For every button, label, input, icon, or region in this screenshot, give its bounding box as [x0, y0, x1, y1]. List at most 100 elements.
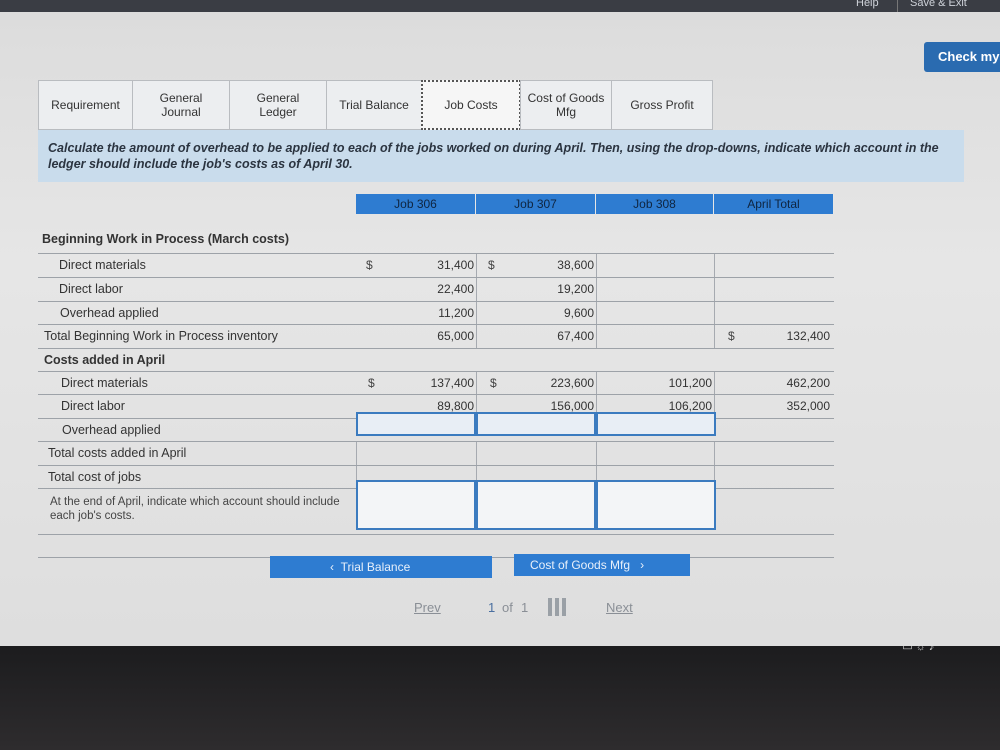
- value-cell[interactable]: 101,200: [652, 376, 712, 390]
- currency-symbol: $: [490, 376, 497, 390]
- page-total: 1: [521, 600, 529, 615]
- value-cell[interactable]: 11,200: [418, 306, 474, 320]
- value-cell[interactable]: 19,200: [538, 282, 594, 296]
- speaker-icon[interactable]: ♪: [929, 641, 935, 653]
- job-307-overhead-input[interactable]: [476, 412, 596, 436]
- wifi-icon[interactable]: ☼: [916, 641, 926, 653]
- value-cell[interactable]: 65,000: [418, 329, 474, 343]
- tab-gross-profit[interactable]: Gross Profit: [611, 80, 713, 130]
- help-link[interactable]: Help: [856, 0, 879, 9]
- cell-divider: [714, 278, 715, 301]
- value-cell[interactable]: 31,400: [418, 258, 474, 272]
- tab-label: General Ledger: [256, 91, 300, 119]
- tab-requirement[interactable]: Requirement: [38, 80, 133, 130]
- monitor-bezel: [0, 646, 1000, 750]
- tab-label: Job Costs: [444, 98, 498, 112]
- cell-divider: [476, 372, 477, 395]
- row-label: Total costs added in April: [48, 446, 187, 460]
- header-job-307: Job 307: [476, 194, 596, 214]
- page-number: 1: [488, 600, 496, 615]
- row-label: Overhead applied: [60, 306, 159, 320]
- table-row: Beginning Work in Process (March costs): [38, 228, 308, 252]
- currency-symbol: $: [728, 329, 735, 343]
- assignment-screen: Check my Requirement General Journal Gen…: [0, 12, 1000, 646]
- row-label: Direct materials: [61, 376, 148, 390]
- job-308-overhead-input[interactable]: [596, 412, 716, 436]
- value-cell[interactable]: 67,400: [538, 329, 594, 343]
- table-row: Direct materials $ 137,400 $ 223,600 101…: [38, 371, 834, 395]
- prev-tab-label: Trial Balance: [340, 560, 411, 574]
- chevron-up-icon[interactable]: ⌃: [890, 641, 899, 653]
- table-row: Costs added in April: [38, 348, 834, 372]
- system-tray: ⌃ ▭ ☼ ♪: [890, 640, 934, 653]
- header-april-total: April Total: [714, 194, 834, 214]
- cell-divider: [596, 325, 597, 348]
- chevron-right-icon: ›: [640, 558, 645, 572]
- tab-label: Cost of Goods Mfg: [527, 91, 605, 119]
- header-job-308: Job 308: [596, 194, 714, 214]
- table-row: [38, 534, 834, 558]
- section-label: Beginning Work in Process (March costs): [42, 232, 290, 246]
- cell-divider: [596, 372, 597, 395]
- cell-divider: [714, 325, 715, 348]
- save-exit-link[interactable]: Save & Exit: [910, 0, 967, 9]
- tab-label: General Journal: [159, 91, 203, 119]
- value-cell[interactable]: 156,000: [534, 399, 594, 413]
- tab-job-costs[interactable]: Job Costs: [421, 80, 521, 130]
- job-306-overhead-input[interactable]: [356, 412, 476, 436]
- next-page-link[interactable]: Next: [606, 600, 633, 615]
- cell-divider: [356, 442, 357, 465]
- value-cell[interactable]: 137,400: [418, 376, 474, 390]
- value-cell[interactable]: 462,200: [768, 376, 830, 390]
- instruction-banner: Calculate the amount of overhead to be a…: [38, 130, 964, 182]
- row-label: At the end of April, indicate which acco…: [50, 496, 340, 522]
- cell-divider: [714, 372, 715, 395]
- value-cell[interactable]: 352,000: [768, 399, 830, 413]
- tab-cost-of-goods-mfg[interactable]: Cost of Goods Mfg: [520, 80, 612, 130]
- value-cell[interactable]: 38,600: [538, 258, 594, 272]
- tab-general-journal[interactable]: General Journal: [132, 80, 230, 130]
- table-row: Overhead applied 11,200 9,600: [38, 301, 834, 325]
- value-cell[interactable]: 89,800: [418, 399, 474, 413]
- tab-general-ledger[interactable]: General Ledger: [229, 80, 327, 130]
- value-cell[interactable]: 132,400: [768, 329, 830, 343]
- row-label: Direct materials: [59, 258, 146, 272]
- job-306-account-dropdown[interactable]: [356, 480, 476, 530]
- row-label: Overhead applied: [62, 423, 161, 437]
- job-308-account-dropdown[interactable]: [596, 480, 716, 530]
- value-cell[interactable]: 223,600: [534, 376, 594, 390]
- cell-divider: [714, 442, 715, 465]
- cell-divider: [714, 302, 715, 325]
- value-cell[interactable]: 22,400: [418, 282, 474, 296]
- job-307-account-dropdown[interactable]: [476, 480, 596, 530]
- page-of: of: [502, 600, 513, 615]
- row-label: Total Beginning Work in Process inventor…: [44, 329, 278, 343]
- tab-trial-balance[interactable]: Trial Balance: [326, 80, 422, 130]
- instruction-text: Calculate the amount of overhead to be a…: [48, 141, 939, 171]
- tab-label: Trial Balance: [339, 98, 409, 112]
- row-label: Direct labor: [59, 282, 123, 296]
- next-tab-button[interactable]: Cost of Goods Mfg ›: [514, 554, 690, 576]
- prev-tab-button[interactable]: ‹ Trial Balance: [270, 556, 492, 578]
- tab-label: Gross Profit: [630, 98, 694, 112]
- table-row: Total costs added in April: [38, 441, 834, 465]
- row-label: Total cost of jobs: [48, 470, 142, 484]
- table-row: Direct labor 22,400 19,200: [38, 277, 834, 301]
- check-my-work-button[interactable]: Check my: [924, 42, 1000, 72]
- prev-page-link[interactable]: Prev: [414, 600, 441, 615]
- row-label: Direct labor: [61, 399, 125, 413]
- section-label: Costs added in April: [44, 353, 166, 367]
- value-cell[interactable]: 9,600: [538, 306, 594, 320]
- currency-symbol: $: [488, 258, 495, 272]
- cell-divider: [476, 325, 477, 348]
- battery-icon[interactable]: ▭: [902, 641, 912, 653]
- cell-divider: [714, 254, 715, 277]
- grid-icon[interactable]: [548, 598, 566, 616]
- value-cell[interactable]: 106,200: [652, 399, 712, 413]
- next-tab-label: Cost of Goods Mfg: [530, 558, 631, 572]
- cell-divider: [476, 442, 477, 465]
- cell-divider: [476, 278, 477, 301]
- currency-symbol: $: [368, 376, 375, 390]
- top-bar: Help Save & Exit: [0, 0, 1000, 12]
- currency-symbol: $: [366, 258, 373, 272]
